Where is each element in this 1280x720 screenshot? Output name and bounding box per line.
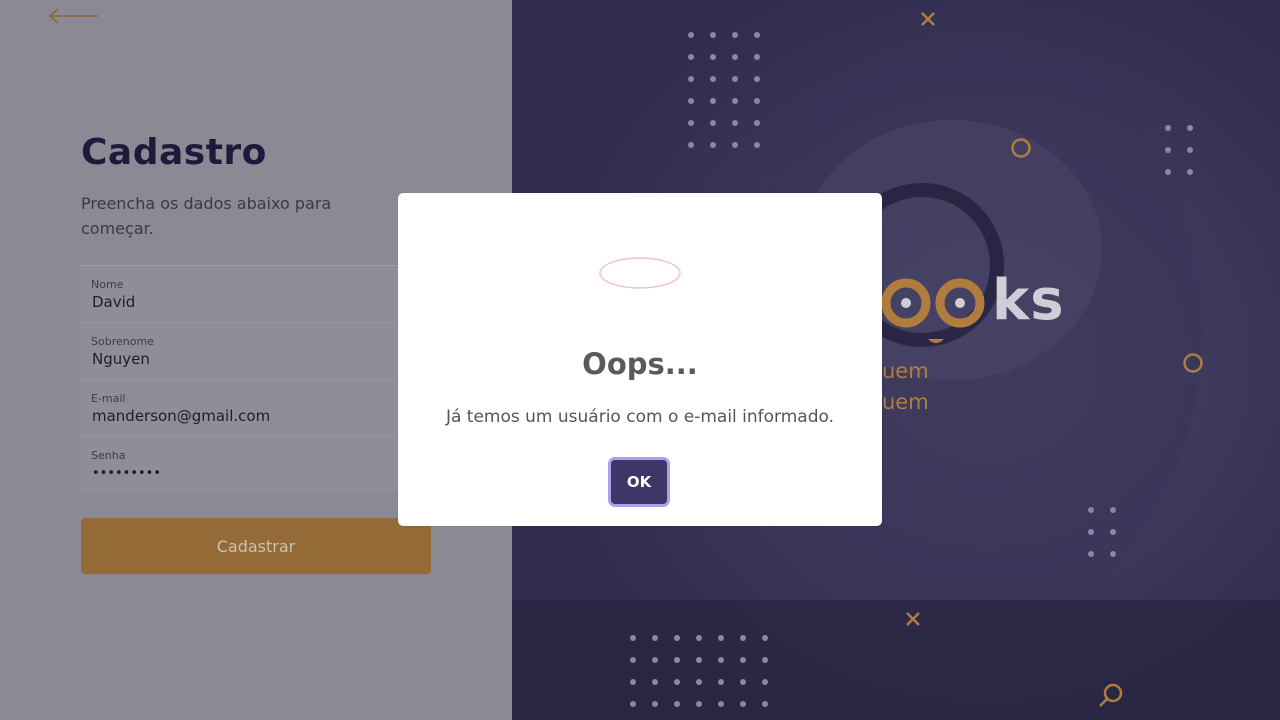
error-icon <box>599 257 681 289</box>
dialog-message: Já temos um usuário com o e-mail informa… <box>445 407 835 427</box>
dialog-title: Oops... <box>582 347 698 381</box>
modal-overlay: Oops... Já temos um usuário com o e-mail… <box>0 0 1280 720</box>
ok-button[interactable]: OK <box>611 460 667 504</box>
error-dialog: Oops... Já temos um usuário com o e-mail… <box>398 193 882 526</box>
